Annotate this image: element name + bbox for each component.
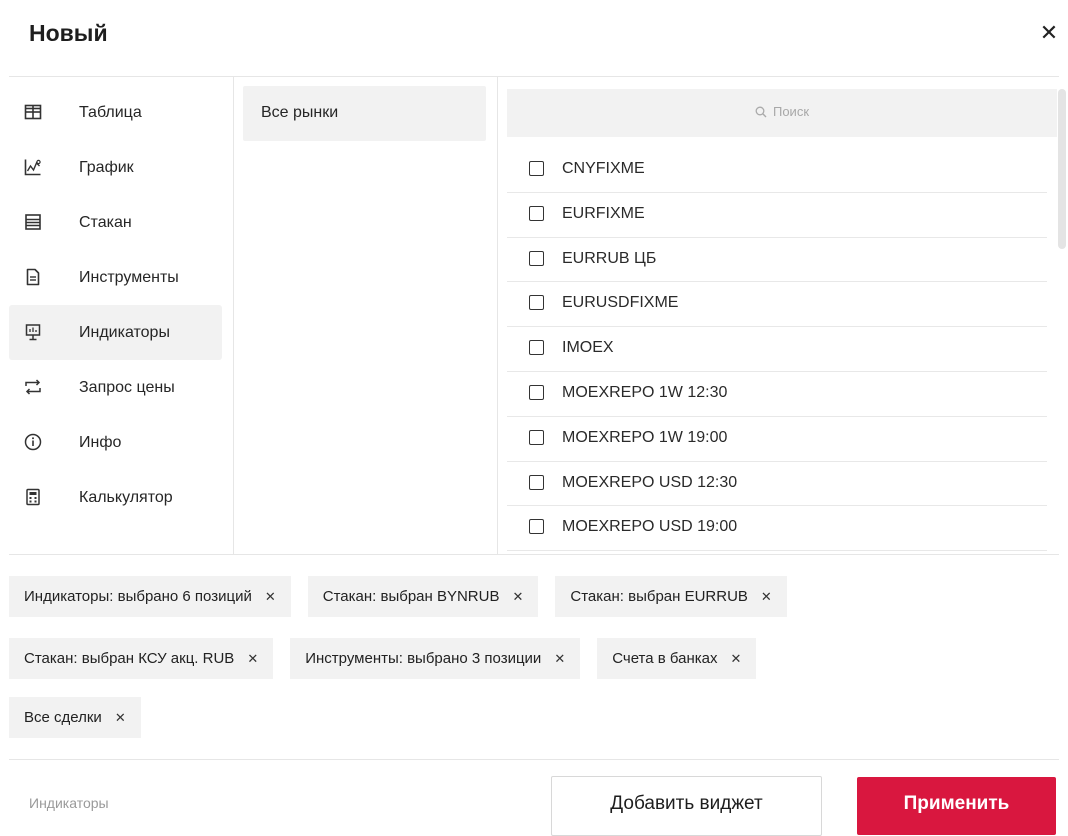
market-item-all[interactable]: Все рынки — [243, 86, 486, 141]
current-widget-label: Индикаторы — [29, 795, 109, 811]
selection-chip: Стакан: выбран BYNRUB ✕ — [307, 576, 539, 617]
chip-remove-icon[interactable]: ✕ — [265, 589, 276, 605]
checkbox[interactable] — [529, 474, 544, 490]
widget-type-sidebar: Таблица График Стакан Инструменты Индика… — [9, 85, 222, 525]
market-item-label: Все рынки — [261, 104, 339, 121]
sidebar-item-label: Индикаторы — [79, 323, 170, 341]
column-divider-left — [233, 77, 234, 554]
list-item[interactable]: EURUSDFIXME — [507, 282, 1047, 328]
sidebar-item-table[interactable]: Таблица — [9, 85, 222, 140]
content-divider — [9, 554, 1059, 555]
chip-label: Индикаторы: выбрано 6 позиций — [24, 588, 252, 605]
chart-icon — [24, 158, 42, 176]
column-divider-right — [497, 77, 498, 554]
chip-remove-icon[interactable]: ✕ — [115, 710, 126, 726]
chip-label: Стакан: выбран BYNRUB — [322, 588, 500, 605]
dialog-header: Новый ✕ — [0, 0, 1068, 76]
sidebar-item-label: Таблица — [79, 103, 142, 121]
calculator-icon — [24, 488, 42, 506]
list-item[interactable]: MOEXREPO 1W 12:30 — [507, 372, 1047, 417]
sidebar-item-instruments[interactable]: Инструменты — [9, 250, 222, 305]
list-item[interactable]: EURFIXME — [507, 193, 1047, 238]
chip-label: Стакан: выбран КСУ акц. RUB — [24, 650, 235, 667]
list-item[interactable]: CNYFIXME — [507, 148, 1047, 193]
scrollbar[interactable] — [1058, 89, 1066, 249]
list-item-label: MOEXREPO USD 19:00 — [562, 518, 738, 536]
sidebar-item-price-request[interactable]: Запрос цены — [9, 360, 222, 415]
footer-divider — [9, 759, 1059, 760]
checkbox[interactable] — [529, 519, 544, 535]
sidebar-item-calculator[interactable]: Калькулятор — [9, 470, 222, 525]
sidebar-item-label: Инфо — [79, 433, 122, 451]
checkbox[interactable] — [529, 429, 544, 445]
chip-remove-icon[interactable]: ✕ — [554, 651, 565, 667]
checkbox[interactable] — [529, 295, 544, 311]
selection-chip: Все сделки ✕ — [9, 697, 141, 738]
chip-row: Индикаторы: выбрано 6 позиций ✕ Стакан: в… — [9, 576, 787, 617]
checkbox[interactable] — [529, 340, 544, 356]
list-item-label: MOEXREPO USD 12:30 — [562, 473, 738, 491]
apply-button[interactable]: Применить — [857, 777, 1056, 835]
list-item-label: EURUSDFIXME — [562, 294, 679, 312]
chip-remove-icon[interactable]: ✕ — [512, 589, 523, 605]
sidebar-item-label: Инструменты — [79, 268, 179, 286]
list-item[interactable]: EURRUB ЦБ — [507, 238, 1047, 283]
sidebar-item-info[interactable]: Инфо — [9, 415, 222, 470]
search-input[interactable]: Поиск — [507, 89, 1057, 137]
presentation-icon — [24, 323, 42, 341]
info-icon — [24, 433, 42, 451]
chip-remove-icon[interactable]: ✕ — [761, 589, 772, 605]
selection-chip: Стакан: выбран КСУ акц. RUB ✕ — [9, 638, 274, 679]
search-placeholder: Поиск — [772, 104, 810, 119]
selection-chip: Счета в банках ✕ — [597, 638, 757, 679]
order-book-icon — [24, 213, 42, 231]
checkbox[interactable] — [529, 250, 544, 266]
swap-arrows-icon — [24, 378, 42, 396]
list-item-label: CNYFIXME — [562, 160, 645, 177]
list-item-label: EURRUB ЦБ — [562, 249, 657, 267]
chip-label: Все сделки — [24, 709, 102, 726]
instrument-list: CNYFIXME EURFIXME EURRUB ЦБ EURUSDFIXME … — [507, 148, 1047, 554]
chip-label: Стакан: выбран EURRUB — [570, 588, 748, 605]
dialog-title: Новый — [29, 20, 108, 46]
sidebar-item-label: Калькулятор — [79, 488, 173, 506]
sidebar-item-order-book[interactable]: Стакан — [9, 195, 222, 250]
sidebar-item-label: Запрос цены — [79, 378, 175, 396]
chip-label: Инструменты: выбрано 3 позиции — [305, 650, 542, 667]
selection-chip: Индикаторы: выбрано 6 позиций ✕ — [9, 576, 291, 617]
sidebar-item-label: График — [79, 158, 134, 176]
list-item[interactable]: MOEXREPO 1W 19:00 — [507, 417, 1047, 462]
document-icon — [24, 268, 42, 286]
sidebar-item-chart[interactable]: График — [9, 140, 222, 195]
header-divider — [9, 76, 1059, 77]
chip-row: Стакан: выбран КСУ акц. RUB ✕ Инструменты… — [9, 638, 757, 679]
chip-row: Все сделки ✕ — [9, 697, 141, 738]
close-icon[interactable]: ✕ — [1034, 18, 1064, 48]
selection-chip: Инструменты: выбрано 3 позиции ✕ — [290, 638, 581, 679]
selection-chip: Стакан: выбран EURRUB ✕ — [555, 576, 787, 617]
chip-remove-icon[interactable]: ✕ — [247, 651, 258, 667]
list-item-label: IMOEX — [562, 339, 614, 357]
search-icon — [755, 106, 767, 118]
checkbox[interactable] — [529, 161, 544, 176]
list-item-label: MOEXREPO 1W 19:00 — [562, 428, 728, 446]
sidebar-item-indicators[interactable]: Индикаторы — [9, 305, 222, 360]
checkbox[interactable] — [529, 205, 544, 221]
list-item[interactable]: MOEXREPO USD 19:00 — [507, 506, 1047, 552]
add-widget-button[interactable]: Добавить виджет — [551, 776, 822, 836]
list-item[interactable]: IMOEX — [507, 327, 1047, 372]
chip-remove-icon[interactable]: ✕ — [731, 651, 742, 667]
checkbox[interactable] — [529, 384, 544, 400]
list-item-label: MOEXREPO 1W 12:30 — [562, 383, 728, 401]
sidebar-item-label: Стакан — [79, 213, 132, 231]
list-item[interactable]: MOEXREPO USD 12:30 — [507, 462, 1047, 507]
search-placeholder-row: Поиск — [507, 104, 1057, 119]
list-item-label: EURFIXME — [562, 204, 645, 222]
table-icon — [24, 103, 42, 121]
chip-label: Счета в банках — [612, 650, 718, 667]
